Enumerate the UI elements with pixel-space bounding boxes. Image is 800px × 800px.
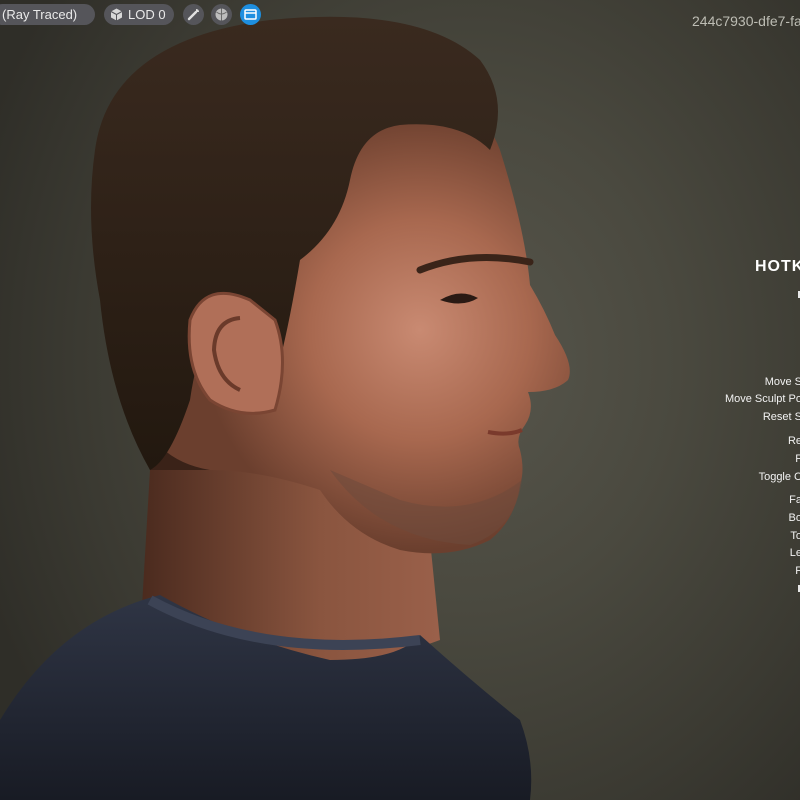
hotkey-item: F — [795, 565, 800, 577]
panel-icon — [244, 9, 257, 20]
hotkey-item: Toggle C — [758, 471, 800, 483]
hotkey-item: F — [795, 453, 800, 465]
camera-panel-button[interactable] — [240, 4, 261, 25]
hotkey-item: Reset S — [762, 411, 800, 423]
asset-id-label: 244c7930-dfe7-fa — [692, 13, 800, 29]
tools-button[interactable] — [183, 4, 204, 25]
hotkey-item: Bo — [788, 512, 800, 524]
hotkey-item: To — [790, 530, 800, 542]
wrench-icon — [187, 9, 199, 21]
sphere-icon — [215, 8, 228, 21]
character-portrait — [0, 16, 570, 800]
viewport[interactable]: (Ray Traced) LOD 0 244c7930-dfe7-fa HOTK… — [0, 0, 800, 800]
render-mode-label: (Ray Traced) — [2, 7, 78, 22]
render-mode-dropdown[interactable]: (Ray Traced) — [0, 4, 95, 25]
lighting-button[interactable] — [211, 4, 232, 25]
hotkeys-title: HOTK — [755, 258, 800, 275]
hotkey-item: Le — [789, 547, 800, 559]
lod-label: LOD 0 — [128, 7, 166, 22]
lod-dropdown[interactable]: LOD 0 — [104, 4, 174, 25]
hotkey-item: Move Sculpt Po — [724, 393, 800, 405]
cube-icon — [110, 8, 123, 21]
hotkey-item: Move S — [764, 376, 800, 388]
hotkey-item: Re — [787, 435, 800, 447]
hotkey-item: Fa — [789, 494, 800, 506]
